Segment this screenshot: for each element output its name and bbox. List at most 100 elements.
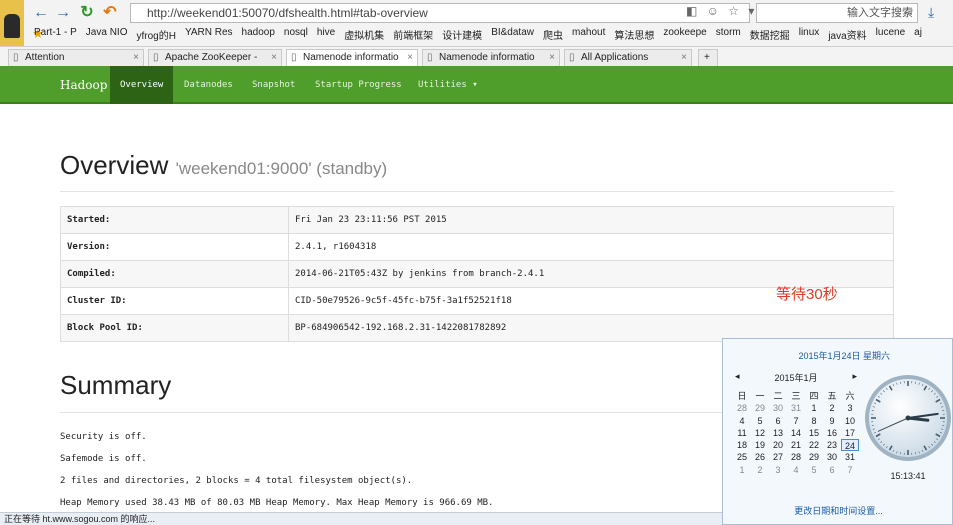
undo-icon[interactable]: ↶ — [101, 4, 119, 22]
close-icon[interactable]: × — [549, 50, 555, 66]
calendar-day[interactable]: 15 — [805, 427, 823, 439]
bookmark-item[interactable]: lucene — [876, 27, 905, 43]
nav-datanodes[interactable]: Datanodes — [174, 66, 243, 104]
nav-utilities[interactable]: Utilities ▾ — [408, 66, 488, 104]
calendar-day[interactable]: 14 — [787, 427, 805, 439]
bookmark-item[interactable]: hive — [317, 27, 335, 43]
table-row: Compiled: 2014-06-21T05:43Z by jenkins fr… — [60, 260, 894, 288]
calendar-day[interactable]: 5 — [805, 464, 823, 476]
prev-month-icon[interactable]: ◂ — [735, 371, 740, 382]
close-icon[interactable]: × — [133, 50, 139, 66]
change-datetime-link[interactable]: 更改日期和时间设置... — [723, 504, 953, 517]
calendar-day[interactable]: 16 — [823, 427, 841, 439]
bookmark-item[interactable]: 算法思想 — [614, 27, 654, 43]
calendar-day[interactable]: 30 — [769, 402, 787, 414]
calendar-day[interactable]: 29 — [805, 451, 823, 463]
bookmark-item[interactable]: 爬虫 — [543, 27, 563, 43]
bookmark-item[interactable]: hadoop — [242, 27, 275, 43]
calendar-day[interactable]: 1 — [733, 464, 751, 476]
calendar-day[interactable]: 9 — [823, 415, 841, 427]
calendar-day[interactable]: 1 — [805, 402, 823, 414]
calendar-day[interactable]: 11 — [733, 427, 751, 439]
refresh-icon[interactable]: ↻ — [78, 4, 96, 22]
calendar-day[interactable]: 19 — [751, 439, 769, 451]
search-input[interactable]: 输入文字搜索 ⌕ — [756, 3, 918, 23]
calendar-day[interactable]: 20 — [769, 439, 787, 451]
forward-icon[interactable]: → — [54, 4, 72, 22]
calendar-day[interactable]: 18 — [733, 439, 751, 451]
bookmark-item[interactable]: YARN Res — [185, 27, 233, 43]
calendar-day[interactable]: 7 — [841, 464, 859, 476]
close-icon[interactable]: × — [681, 50, 687, 66]
calendar-day[interactable]: 6 — [769, 415, 787, 427]
nav-overview[interactable]: Overview — [110, 66, 174, 104]
bookmark-item[interactable]: zookeepe — [663, 27, 706, 43]
bookmark-item[interactable]: java资料 — [828, 27, 866, 43]
close-icon[interactable]: × — [407, 50, 413, 66]
date-line[interactable]: 2015年1月24日 星期六 — [723, 349, 953, 362]
calendar-month[interactable]: 2015年1月 — [774, 373, 817, 383]
address-bar-icons[interactable]: ◧ ☺ ☆ ▾ — [686, 4, 757, 18]
calendar-day[interactable]: 2 — [823, 402, 841, 414]
calendar-day[interactable]: 12 — [751, 427, 769, 439]
calendar-day[interactable]: 8 — [805, 415, 823, 427]
calendar-day[interactable]: 5 — [751, 415, 769, 427]
calendar-day[interactable]: 6 — [823, 464, 841, 476]
calendar-day[interactable]: 28 — [787, 451, 805, 463]
tab-label: Attention — [25, 52, 65, 63]
browser-tab[interactable]: ▯ Namenode informatio × — [286, 49, 418, 67]
close-icon[interactable]: × — [271, 50, 277, 66]
calendar-day[interactable]: 26 — [751, 451, 769, 463]
bookmark-item[interactable]: 数据挖掘 — [750, 27, 790, 43]
nav-startup-progress[interactable]: Startup Progress — [305, 66, 412, 104]
browser-tab[interactable]: ▯ Apache ZooKeeper - × — [148, 49, 282, 67]
browser-tab[interactable]: ▯ All Applications × — [564, 49, 692, 67]
calendar-day[interactable]: 22 — [805, 439, 823, 451]
calendar-day[interactable]: 13 — [769, 427, 787, 439]
calendar-day[interactable]: 29 — [751, 402, 769, 414]
brand[interactable]: Hadoop — [60, 78, 107, 92]
bookmark-item[interactable]: linux — [799, 27, 820, 43]
bookmark-item[interactable]: 前端框架 — [393, 27, 433, 43]
hadoop-navbar: Hadoop Overview Datanodes Snapshot Start… — [0, 66, 953, 104]
search-icon[interactable]: ⌕ — [907, 4, 913, 22]
calendar-day[interactable]: 3 — [769, 464, 787, 476]
bookmark-item[interactable]: 设计建模 — [442, 27, 482, 43]
browser-tab[interactable]: ▯ Attention × — [8, 49, 144, 67]
nav-snapshot[interactable]: Snapshot — [242, 66, 305, 104]
download-icon[interactable]: ⤓ — [928, 4, 934, 21]
calendar-day[interactable]: 7 — [787, 415, 805, 427]
next-month-icon[interactable]: ▸ — [852, 371, 857, 382]
weekday-label: 六 — [845, 391, 855, 401]
bookmark-item[interactable]: Part-1 - P — [34, 27, 77, 43]
calendar-day[interactable]: 17 — [841, 427, 859, 439]
calendar-day[interactable]: 30 — [823, 451, 841, 463]
calendar-day[interactable]: 28 — [733, 402, 751, 414]
calendar-day[interactable]: 2 — [751, 464, 769, 476]
bookmark-item[interactable]: Java NIO — [86, 27, 128, 43]
address-bar[interactable]: http://weekend01:50070/dfshealth.html#ta… — [130, 3, 750, 23]
browser-tab[interactable]: ▯ Namenode informatio × — [422, 49, 560, 67]
calendar-day[interactable]: 31 — [841, 451, 859, 463]
calendar-day[interactable]: 10 — [841, 415, 859, 427]
calendar-day[interactable]: 4 — [733, 415, 751, 427]
bookmark-item[interactable]: BI&dataw — [491, 27, 534, 43]
weekday-label: 三 — [791, 391, 801, 401]
calendar-day[interactable]: 21 — [787, 439, 805, 451]
calendar-day[interactable]: 3 — [841, 402, 859, 414]
calendar-day[interactable]: 25 — [733, 451, 751, 463]
row-key: Started: — [60, 206, 289, 234]
calendar-day[interactable]: 27 — [769, 451, 787, 463]
calendar-day[interactable]: 24 — [841, 439, 859, 452]
bookmark-item[interactable]: storm — [716, 27, 741, 43]
calendar-day[interactable]: 31 — [787, 402, 805, 414]
bookmark-item[interactable]: nosql — [284, 27, 308, 43]
new-tab-button[interactable]: + — [698, 49, 718, 67]
bookmark-item[interactable]: 虚拟机集 — [344, 27, 384, 43]
calendar-day[interactable]: 4 — [787, 464, 805, 476]
bookmark-item[interactable]: mahout — [572, 27, 605, 43]
bookmark-item[interactable]: yfrog的H — [136, 27, 175, 43]
back-icon[interactable]: ← — [32, 4, 50, 22]
calendar-day[interactable]: 23 — [823, 439, 841, 451]
bookmark-item[interactable]: aj — [914, 27, 922, 43]
